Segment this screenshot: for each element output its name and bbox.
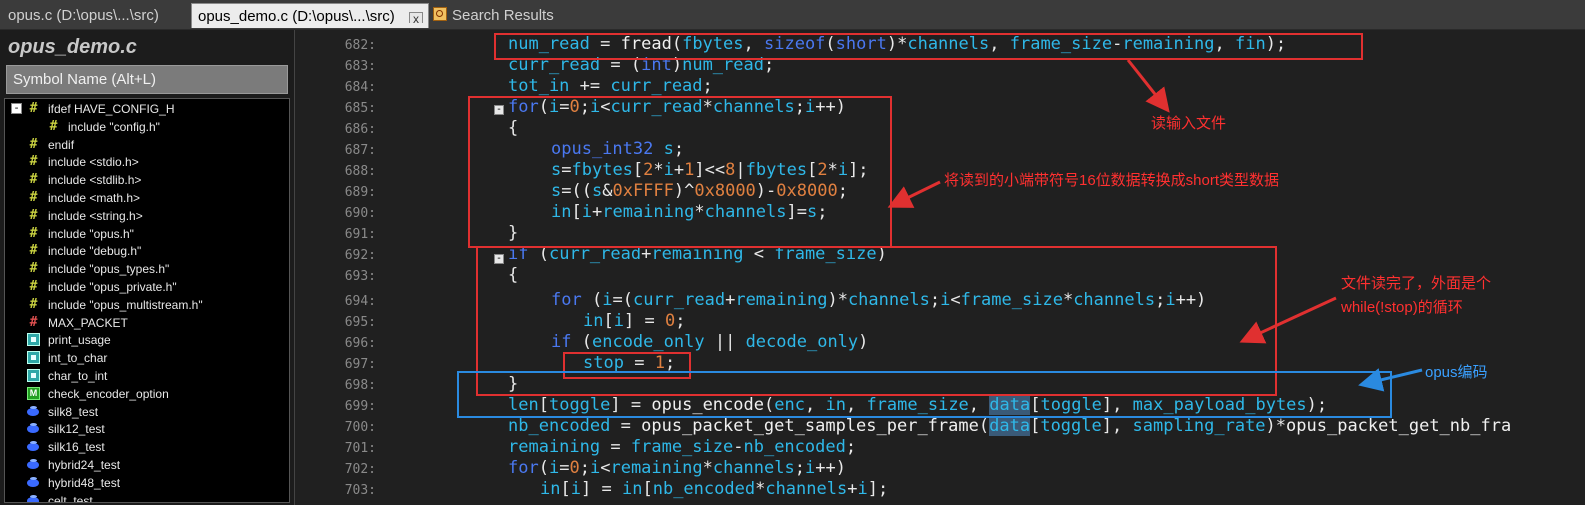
annotation-read-file: 读输入文件 <box>1151 115 1227 132</box>
annotation-convert: 将读到的小端带符号16位数据转换成short类型数据 <box>944 172 1280 189</box>
arrow-opus-encode <box>1358 368 1423 392</box>
annotation-arrows <box>887 59 1423 392</box>
annotation-file-done-1: 文件读完了，外面是个 <box>1341 275 1492 292</box>
arrow-eof <box>1239 296 1337 344</box>
annotation-file-done-2: while(!stop)的循环 <box>1341 299 1463 316</box>
annotation-opus-encode: opus编码 <box>1425 364 1488 381</box>
arrow-read-file <box>1126 59 1170 113</box>
arrow-convert <box>887 180 941 208</box>
